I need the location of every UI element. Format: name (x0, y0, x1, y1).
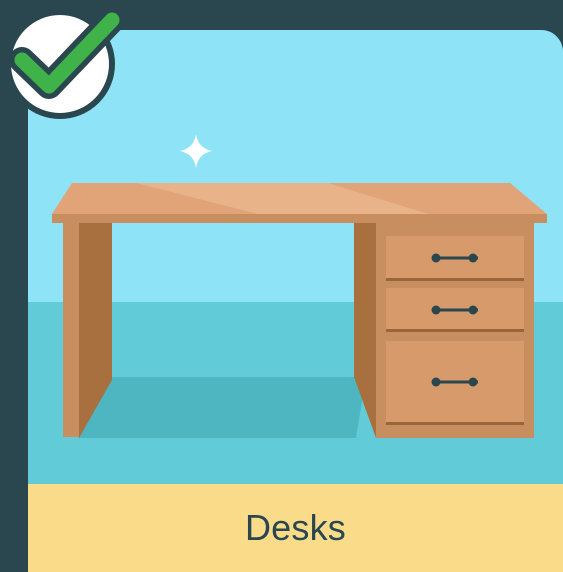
desk-drawer-top (386, 236, 524, 281)
desk-drawer-middle (386, 288, 524, 332)
desk-left-leg (63, 223, 79, 437)
desk-top-edge (52, 214, 547, 223)
desk-drawer-bottom (386, 341, 524, 425)
desk-shadow (78, 377, 366, 438)
check-icon[interactable] (4, 4, 124, 124)
sparkle-icon (180, 134, 212, 168)
card-label-bar: Desks (28, 484, 563, 572)
card-label: Desks (244, 507, 347, 548)
